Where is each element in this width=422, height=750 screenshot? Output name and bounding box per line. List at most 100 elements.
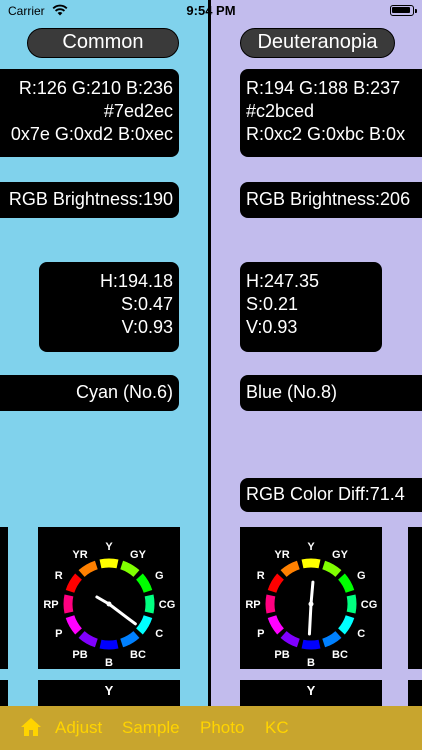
wheel-label: PB bbox=[72, 649, 87, 661]
status-time: 9:54 PM bbox=[186, 3, 236, 18]
color-name-box: Cyan (No.6) bbox=[0, 375, 179, 411]
wheel-segment bbox=[337, 615, 355, 635]
wheel-label: BC bbox=[332, 649, 348, 661]
wheel-segment bbox=[301, 639, 321, 650]
wheel-segment bbox=[337, 573, 355, 593]
wheel-label: G bbox=[155, 570, 164, 582]
rgb-info-box: R:194 G:188 B:237 #c2bced R:0xc2 G:0xbc … bbox=[240, 69, 422, 157]
wheel-segment bbox=[120, 560, 140, 578]
wheel-label: C bbox=[357, 628, 365, 640]
wheel-segment bbox=[135, 615, 153, 635]
color-name-text: Cyan (No.6) bbox=[75, 382, 173, 402]
side-swatch-box-2 bbox=[0, 680, 8, 706]
wheel-segment bbox=[99, 639, 119, 650]
wheel-segment bbox=[120, 630, 140, 648]
color-diff-text: RGB Color Diff:71.4 bbox=[246, 484, 405, 504]
wheel-label: GY bbox=[130, 549, 147, 561]
hue-wheel-svg: Y GY G CG C BC B PB P RP R YR bbox=[43, 541, 176, 669]
wheel-label: Y bbox=[105, 541, 113, 553]
wheel-label: RP bbox=[43, 599, 58, 611]
bottom-wheel-box: Y bbox=[38, 680, 180, 706]
wheel-segment bbox=[144, 594, 155, 614]
wheel-segment bbox=[78, 560, 98, 578]
brightness-text: RGB Brightness:206 bbox=[246, 189, 411, 209]
wheel-segment bbox=[322, 560, 342, 578]
rgb-hex-text: R:0xc2 G:0xbc B:0x bbox=[246, 124, 406, 144]
wheel-center bbox=[106, 601, 112, 607]
tab-photo[interactable]: Photo bbox=[200, 718, 244, 738]
hex-code-text: #7ed2ec bbox=[103, 101, 173, 121]
wheel-label: P bbox=[257, 628, 264, 640]
color-diff-box: RGB Color Diff:71.4 bbox=[240, 478, 422, 512]
wheel-segment bbox=[78, 630, 98, 648]
side-swatch-box-2 bbox=[408, 680, 422, 706]
brightness-box: RGB Brightness:206 bbox=[240, 182, 422, 218]
wheel-label: YR bbox=[72, 549, 87, 561]
brightness-box: RGB Brightness:190 bbox=[0, 182, 179, 218]
wheel-segment bbox=[99, 558, 119, 569]
wheel-label: BC bbox=[130, 649, 146, 661]
wheel-segment bbox=[346, 594, 357, 614]
bottom-wheel-box: Y bbox=[240, 680, 382, 706]
wheel-segment bbox=[65, 615, 83, 635]
wheel-label: GY bbox=[332, 549, 349, 561]
color-name-box: Blue (No.8) bbox=[240, 375, 422, 411]
wheel-label: R bbox=[55, 570, 63, 582]
wheel-label: CG bbox=[159, 599, 176, 611]
wheel-segment bbox=[265, 594, 276, 614]
rgb-decimal-text: R:126 G:210 B:236 bbox=[18, 78, 173, 98]
wheel-label: B bbox=[307, 657, 315, 669]
color-name-text: Blue (No.8) bbox=[246, 382, 338, 402]
tab-bar: Adjust Sample Photo KC bbox=[0, 706, 422, 750]
wheel-segment bbox=[65, 573, 83, 593]
wheel-segment bbox=[280, 560, 300, 578]
wheel-label: B bbox=[105, 657, 113, 669]
side-swatch-box bbox=[408, 527, 422, 669]
value-text: V:0.93 bbox=[246, 317, 298, 337]
saturation-text: S:0.21 bbox=[246, 294, 299, 314]
wheel-segment bbox=[135, 573, 153, 593]
wheel-hand bbox=[307, 602, 313, 636]
home-icon[interactable] bbox=[20, 717, 42, 737]
wheel-label: RP bbox=[245, 599, 260, 611]
wheel-segment bbox=[267, 573, 285, 593]
rgb-hex-text: 0x7e G:0xd2 B:0xec bbox=[10, 124, 173, 144]
tab-kc[interactable]: KC bbox=[265, 718, 289, 738]
left-panel-common: Common R:126 G:210 B:236 #7ed2ec 0x7e G:… bbox=[0, 0, 208, 706]
bottom-wheel-label: Y bbox=[306, 683, 316, 698]
wheel-hand bbox=[107, 602, 137, 626]
wheel-label: CG bbox=[361, 599, 378, 611]
battery-icon bbox=[390, 5, 417, 16]
wheel-segment bbox=[301, 558, 321, 569]
saturation-text: S:0.47 bbox=[120, 294, 173, 314]
wheel-center bbox=[308, 601, 314, 607]
wheel-label: Y bbox=[307, 541, 315, 553]
wheel-segment bbox=[267, 615, 285, 635]
brightness-text: RGB Brightness:190 bbox=[8, 189, 173, 209]
rgb-info-box: R:126 G:210 B:236 #7ed2ec 0x7e G:0xd2 B:… bbox=[0, 69, 179, 157]
bottom-wheel-label: Y bbox=[104, 683, 114, 698]
right-panel-deuteranopia: Deuteranopia R:194 G:188 B:237 #c2bced R… bbox=[211, 0, 422, 706]
wheel-segment bbox=[63, 594, 74, 614]
wheel-label: YR bbox=[274, 549, 289, 561]
wheel-label: R bbox=[257, 570, 265, 582]
hue-wheel-box: Y GY G CG C BC B PB P RP R YR bbox=[38, 527, 180, 669]
hsv-box: H:247.35 S:0.21 V:0.93 bbox=[240, 262, 382, 352]
hue-text: H:247.35 bbox=[246, 271, 320, 291]
wheel-label: C bbox=[155, 628, 163, 640]
side-swatch-box bbox=[0, 527, 8, 669]
status-bar: Carrier 9:54 PM bbox=[0, 0, 422, 22]
value-text: V:0.93 bbox=[121, 317, 173, 337]
wheel-segment bbox=[322, 630, 342, 648]
panel-title-deuteranopia[interactable]: Deuteranopia bbox=[240, 28, 395, 58]
tab-adjust[interactable]: Adjust bbox=[55, 718, 102, 738]
wheel-hand bbox=[309, 580, 315, 606]
wheel-label: PB bbox=[274, 649, 289, 661]
hex-code-text: #c2bced bbox=[246, 101, 315, 121]
wheel-label: P bbox=[55, 628, 62, 640]
wheel-label: G bbox=[357, 570, 366, 582]
panel-title-common[interactable]: Common bbox=[27, 28, 179, 58]
tab-sample[interactable]: Sample bbox=[122, 718, 180, 738]
hue-wheel-box: Y GY G CG C BC B PB P RP R YR bbox=[240, 527, 382, 669]
hsv-box: H:194.18 S:0.47 V:0.93 bbox=[39, 262, 179, 352]
